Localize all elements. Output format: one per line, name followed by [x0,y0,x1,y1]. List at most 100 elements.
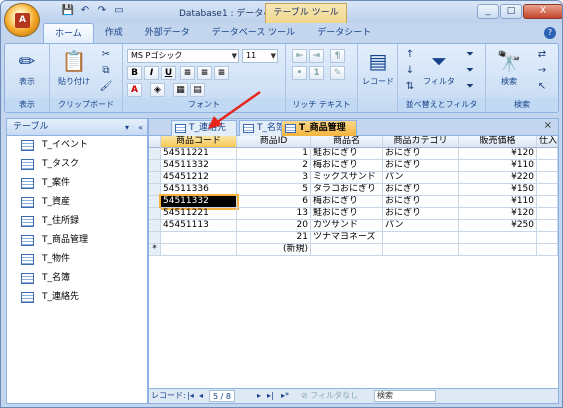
table-cell[interactable]: ミックスサンド [311,172,383,184]
prev-record-icon[interactable]: ◂ [199,389,203,403]
table-cell[interactable]: 梅おにぎり [311,160,383,172]
doc-tab-contacts[interactable]: T_連絡先 [171,120,237,136]
record-position[interactable]: 5 / 8 [209,390,235,402]
table-cell[interactable]: おにぎり [383,160,459,172]
nav-item-table[interactable]: T_タスク [7,155,147,174]
nav-item-table[interactable]: T_連絡先 [7,288,147,307]
clear-sort-icon[interactable]: ⇅ [402,80,418,94]
table-cell[interactable] [537,208,558,220]
close-document-icon[interactable]: × [544,120,552,131]
select-icon[interactable]: ↖ [534,80,550,94]
table-cell[interactable]: 2 [237,160,311,172]
find-button[interactable]: 🔭 検索 [492,48,526,87]
table-cell[interactable]: 鮭おにぎり [311,208,383,220]
table-cell[interactable]: ¥110 [459,160,537,172]
format-painter-icon[interactable]: 🖌 [98,80,114,94]
row-selector[interactable] [149,220,161,232]
table-cell[interactable] [537,220,558,232]
font-name-select[interactable]: MS Pゴシック ▼ [127,49,239,63]
table-cell[interactable] [537,196,558,208]
table-cell[interactable] [459,232,537,244]
row-selector[interactable] [149,172,161,184]
fill-color-icon[interactable]: ◈ [150,83,165,97]
cut-icon[interactable]: ✂ [98,48,114,62]
nav-item-table[interactable]: T_名簿 [7,269,147,288]
minimize-button[interactable]: _ [477,4,499,19]
copy-icon[interactable]: ⧉ [98,64,114,78]
new-row-label[interactable]: (新規) [237,244,311,256]
nav-item-table[interactable]: T_物件 [7,250,147,269]
filter-button[interactable]: ⏷ フィルタ [422,48,456,87]
table-cell[interactable]: ¥120 [459,148,537,160]
table-cell[interactable]: おにぎり [383,208,459,220]
table-cell[interactable] [537,232,558,244]
first-record-icon[interactable]: |◂ [187,389,194,403]
chevron-down-icon[interactable]: ▾ [125,119,129,136]
table-cell[interactable]: 梅おにぎり [311,196,383,208]
alt-fill-icon[interactable]: ▤ [190,83,205,97]
table-cell[interactable]: 45451113 [161,220,237,232]
tab-external-data[interactable]: 外部データ [134,23,201,43]
table-cell[interactable]: 20 [237,220,311,232]
advanced-filter-icon[interactable]: ⏷ [462,64,478,78]
row-selector[interactable] [149,148,161,160]
table-cell[interactable]: 6 [237,196,311,208]
tab-datasheet[interactable]: データシート [306,23,382,43]
table-cell[interactable] [537,172,558,184]
table-cell[interactable]: 1 [237,148,311,160]
office-button[interactable]: A [4,3,40,37]
table-cell[interactable]: ¥120 [459,208,537,220]
table-cell[interactable]: 54511332 [161,160,237,172]
table-cell[interactable] [537,148,558,160]
table-cell[interactable]: 5 [237,184,311,196]
gridlines-icon[interactable]: ▦ [173,83,188,97]
nav-item-table[interactable]: T_案件 [7,174,147,193]
nav-item-table[interactable]: T_資産 [7,193,147,212]
new-icon[interactable]: ▭ [112,4,126,18]
table-cell[interactable]: 54511221 [161,208,237,220]
toggle-filter-icon[interactable]: ⏷ [462,80,478,94]
new-row-marker[interactable]: * [149,244,161,256]
goto-icon[interactable]: → [534,64,550,78]
row-selector[interactable] [149,196,161,208]
table-cell[interactable]: カツサンド [311,220,383,232]
table-cell[interactable] [459,244,537,256]
collapse-icon[interactable]: « [138,119,143,136]
new-record-icon[interactable]: ▸* [281,389,289,403]
table-cell[interactable]: 54511332 [159,194,239,210]
tab-create[interactable]: 作成 [94,23,134,43]
row-selector[interactable] [149,160,161,172]
filter-status[interactable]: ⊘ フィルタなし [301,389,358,403]
align-center-icon[interactable]: ≡ [197,66,212,80]
table-cell[interactable] [161,244,237,256]
replace-icon[interactable]: ⇄ [534,48,550,62]
row-selector[interactable] [149,232,161,244]
nav-header[interactable]: テーブル ▾ « [7,119,147,136]
table-cell[interactable]: 21 [237,232,311,244]
column-header[interactable]: 商品コード [161,136,237,148]
table-cell[interactable]: おにぎり [383,196,459,208]
records-button[interactable]: ▤ レコード [361,48,395,87]
table-cell[interactable] [383,244,459,256]
selection-filter-icon[interactable]: ⏷ [462,48,478,62]
align-right-icon[interactable]: ≡ [214,66,229,80]
table-cell[interactable] [537,244,558,256]
table-cell[interactable]: ツナマヨネーズ [311,232,383,244]
nav-item-table[interactable]: T_商品管理 [7,231,147,250]
close-button[interactable]: X [523,4,562,19]
select-all-cell[interactable] [149,136,161,148]
row-selector[interactable] [149,184,161,196]
table-cell[interactable]: ¥110 [459,196,537,208]
row-selector[interactable] [149,208,161,220]
help-icon[interactable]: ? [544,27,556,39]
maximize-button[interactable]: □ [500,4,522,19]
table-cell[interactable]: 3 [237,172,311,184]
paste-button[interactable]: 📋 貼り付け [56,48,92,87]
undo-icon[interactable]: ↶ [78,4,92,18]
table-cell[interactable]: 54511221 [161,148,237,160]
column-header[interactable]: 仕入 [537,136,558,148]
column-header[interactable]: 商品カテゴリ [383,136,459,148]
table-cell[interactable]: ¥150 [459,184,537,196]
table-cell[interactable]: タラコおにぎり [311,184,383,196]
table-cell[interactable]: パン [383,220,459,232]
